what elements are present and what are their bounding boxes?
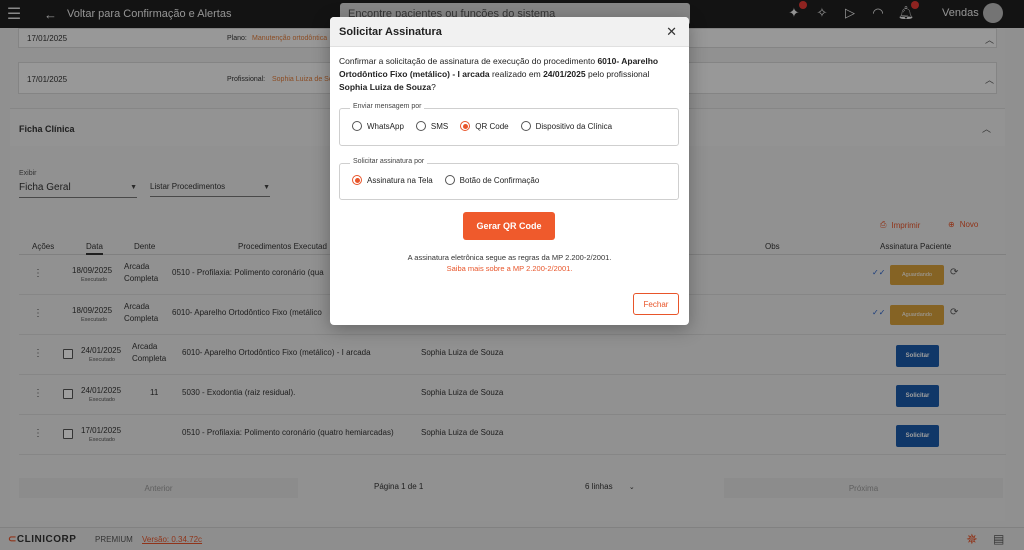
radio-botao-confirmacao[interactable]: Botão de Confirmação — [444, 175, 540, 185]
message-professional: Sophia Luiza de Souza — [339, 82, 432, 92]
dialog-message: Confirmar a solicitação de assinatura de… — [339, 55, 679, 94]
message-prefix: Confirmar a solicitação de assinatura de… — [339, 56, 598, 66]
radio-whatsapp[interactable]: WhatsApp — [352, 121, 404, 131]
radio-circle-selected[interactable] — [460, 121, 471, 131]
legal-note-link[interactable]: Saiba mais sobre a MP 2.200-2/2001. — [330, 264, 689, 273]
dialog-header: Solicitar Assinatura ✕ — [330, 17, 689, 47]
message-date: 24/01/2025 — [543, 69, 586, 79]
request-method-group: Solicitar assinatura por Assinatura na T… — [339, 158, 679, 200]
close-button[interactable]: Fechar — [633, 293, 679, 315]
radio-circle[interactable] — [520, 121, 531, 131]
radio-label: Botão de Confirmação — [459, 175, 540, 185]
radio-circle-selected[interactable] — [352, 175, 362, 185]
send-method-group: Enviar mensagem por WhatsApp SMS QR Code… — [339, 103, 679, 146]
radio-sms[interactable]: SMS — [415, 121, 449, 131]
radio-circle[interactable] — [415, 121, 426, 131]
radio-label: QR Code — [475, 121, 509, 131]
radio-label: WhatsApp — [367, 121, 404, 131]
request-method-legend: Solicitar assinatura por — [350, 158, 428, 165]
radio-circle[interactable] — [352, 121, 362, 131]
message-end: ? — [431, 82, 436, 92]
radio-assinatura-tela[interactable]: Assinatura na Tela — [352, 175, 433, 185]
generate-qr-button[interactable]: Gerar QR Code — [463, 212, 555, 240]
radio-label: SMS — [430, 121, 449, 131]
send-method-legend: Enviar mensagem por — [350, 103, 425, 110]
radio-dispositivo[interactable]: Dispositivo da Clínica — [520, 121, 613, 131]
message-mid: realizado em — [489, 69, 544, 79]
close-icon[interactable]: ✕ — [666, 24, 677, 40]
radio-label: Dispositivo da Clínica — [535, 121, 613, 131]
radio-qr-code[interactable]: QR Code — [460, 121, 509, 131]
legal-note: A assinatura eletrônica segue as regras … — [407, 253, 612, 262]
solicitar-assinatura-dialog: Solicitar Assinatura ✕ Confirmar a solic… — [330, 17, 689, 325]
message-mid2: pelo profissional — [585, 69, 650, 79]
radio-label: Assinatura na Tela — [367, 175, 433, 185]
radio-circle[interactable] — [444, 175, 455, 185]
dialog-title: Solicitar Assinatura — [339, 26, 442, 38]
